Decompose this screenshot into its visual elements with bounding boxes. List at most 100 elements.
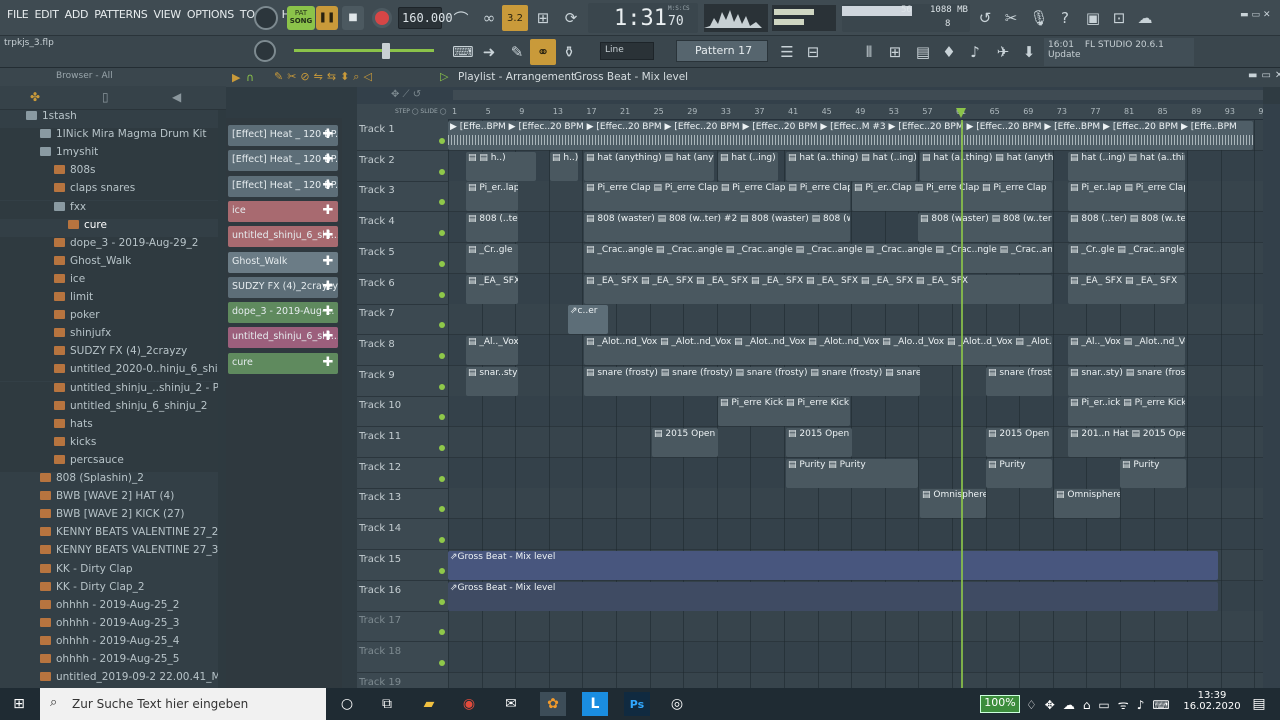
pattern-selector[interactable]: Pattern 17 <box>676 40 768 62</box>
track-mute-led[interactable] <box>439 567 445 574</box>
playlist-clip[interactable]: ▤ 808 (..ter) <box>466 213 518 243</box>
playlist-clip[interactable]: ▤ snare (frosty) <box>986 366 1052 396</box>
vertical-scrollbar[interactable] <box>1263 104 1280 688</box>
countdown-icon[interactable]: 3.2 <box>502 5 528 31</box>
menu-file[interactable]: FILE <box>4 8 31 21</box>
plus-icon[interactable]: ✚ <box>320 127 336 143</box>
master-volume-slider[interactable] <box>294 49 434 52</box>
track-mute-led[interactable] <box>439 168 445 175</box>
horizontal-scrollbar[interactable] <box>453 90 1263 100</box>
pause-button[interactable]: ❚❚ <box>316 6 338 30</box>
menu-view[interactable]: VIEW <box>150 8 183 21</box>
playlist-clip[interactable]: ▤ _Cr..gle <box>466 243 518 273</box>
channel-picker-item[interactable]: cure ✚ <box>228 352 338 374</box>
playlist-clip[interactable]: ▤ Omnisphere <box>920 489 986 519</box>
track-header[interactable]: Track 1 <box>357 120 448 151</box>
channel-picker-item[interactable]: ice ✚ <box>228 200 338 222</box>
track-mute-led[interactable] <box>439 598 445 605</box>
taskbar-search[interactable]: ⌕ Zur Suche Text hier eingeben <box>40 688 326 720</box>
pencil-icon[interactable]: ✎ <box>504 39 530 65</box>
fl-studio-icon[interactable]: ✿ <box>540 692 566 716</box>
menu-options[interactable]: OPTIONS <box>184 8 237 21</box>
plus-icon[interactable]: ✚ <box>320 279 336 295</box>
plus-icon[interactable]: ✚ <box>320 254 336 270</box>
link-icon[interactable]: ⚭ <box>530 39 556 65</box>
stop-button[interactable]: ■ <box>342 6 364 30</box>
playlist-clip[interactable]: ⇗Gross Beat - Mix level <box>448 581 1218 611</box>
plus-icon[interactable]: ✚ <box>320 203 336 219</box>
playlist-clip[interactable]: ⇗c..er <box>568 305 608 335</box>
track-lane[interactable] <box>448 611 1263 643</box>
playlist-clip[interactable]: ▤ _EA_ SFX ▤ _EA_ SFX ▤ _EA_ SFX ▤ _EA_ … <box>584 274 1052 304</box>
plus-icon[interactable]: ✚ <box>320 355 336 371</box>
chrome-icon[interactable]: ◉ <box>456 692 482 716</box>
track-header[interactable]: Track 18 <box>357 642 448 673</box>
track-header[interactable]: Track 7 <box>357 304 448 336</box>
browser-item[interactable]: SUDZY FX (4)_2crayzy <box>0 345 218 364</box>
browser-item[interactable]: ohhhh - 2019-Aug-25_5 <box>0 653 218 671</box>
track-header[interactable]: Track 8 <box>357 335 448 366</box>
battery-indicator[interactable]: 100% <box>980 695 1020 713</box>
track-lane[interactable] <box>448 641 1263 673</box>
browser-item[interactable]: hats <box>0 417 218 436</box>
playlist-clip[interactable]: ▤ hat (a..thing) ▤ hat (..ing) <box>786 151 916 181</box>
playlist-clip[interactable]: ▤ Purity ▤ Purity <box>786 458 918 488</box>
browser-item[interactable]: BWB [WAVE 2] HAT (4) <box>0 490 218 508</box>
playlist-clip[interactable]: ▤ Pi_erre Clap ▤ Pi_erre Clap ▤ Pi_erre … <box>584 182 850 212</box>
mixer-window-icon[interactable]: ⦀ <box>856 39 882 65</box>
track-mute-led[interactable] <box>439 138 445 144</box>
track-mute-led[interactable] <box>439 414 445 421</box>
channel-picker-item[interactable]: [Effect] Heat _ 120 BP... ✚ <box>228 150 338 172</box>
mic-icon[interactable]: 🎙 <box>1026 5 1052 31</box>
track-lane[interactable] <box>448 519 1263 551</box>
track-header[interactable]: Track 5 <box>357 243 448 274</box>
browser-scrollbar[interactable] <box>218 110 226 688</box>
track-header[interactable]: Track 15 <box>357 550 448 581</box>
browser-item[interactable]: ice <box>0 272 218 291</box>
touch-icon[interactable]: ✈ <box>990 39 1016 65</box>
browser-item[interactable]: 1INick Mira Magma Drum Kit <box>0 128 218 147</box>
track-mute-led[interactable] <box>439 383 445 390</box>
speaker-icon[interactable]: ◀ <box>172 90 181 104</box>
taskbar-clock[interactable]: 13:39 16.02.2020 <box>1180 690 1244 712</box>
play-icon[interactable]: ▷ <box>440 70 448 83</box>
channel-picker-item[interactable]: SUDZY FX (4)_2crayzy ✚ <box>228 276 338 298</box>
window-controls[interactable]: ▬▭✕ <box>1240 10 1280 24</box>
playlist-clip[interactable]: ▤ Pi_erre Kick ▤ Pi_erre Kick <box>718 397 850 427</box>
zoom-icons[interactable]: ✥ ⟋ ↺ <box>391 89 421 100</box>
browser-item[interactable]: ohhhh - 2019-Aug-25_4 <box>0 635 218 653</box>
playlist-clip[interactable]: ▤ 2015 Open Hat <box>986 428 1052 457</box>
playlist-clip[interactable]: ▤ 201..n Hat ▤ 2015 Open Hat <box>1068 428 1185 457</box>
track-header[interactable]: Track 3 <box>357 181 448 213</box>
song-mode-toggle[interactable]: PAT SONG <box>287 6 315 30</box>
browser-item[interactable]: Ghost_Walk <box>0 254 218 273</box>
photoshop-icon[interactable]: Ps <box>624 692 650 716</box>
browser-item[interactable]: 1myshit <box>0 146 218 165</box>
track-mute-led[interactable] <box>439 230 445 237</box>
plugin-icon[interactable]: ♦ <box>936 39 962 65</box>
playlist-clip[interactable]: ▶ [Effe..BPM ▶ [Effec..20 BPM ▶ [Effec..… <box>448 121 1253 150</box>
plus-icon[interactable]: ✚ <box>320 152 336 168</box>
chat-icon[interactable]: ☁ <box>1132 5 1158 31</box>
channel-picker-item[interactable]: untitled_shinju_6_shi... ✚ <box>228 327 338 349</box>
playlist-clip[interactable]: ▤ hat (..ing) <box>718 151 778 181</box>
channel-picker-item[interactable]: untitled_shinju_6_shi... ✚ <box>228 226 338 248</box>
cortana-icon[interactable]: ○ <box>334 692 360 716</box>
notification-icon[interactable]: ▤ <box>1246 692 1272 716</box>
channel-rack-icon[interactable]: ⊞ <box>882 39 908 65</box>
playlist-clip[interactable]: ▤ _Al.._Vox ▤ _Alot..nd_Vox <box>1068 335 1185 365</box>
menu-add[interactable]: ADD <box>62 8 92 21</box>
magnet-icon[interactable]: ∩ <box>246 71 254 84</box>
playlist-clip[interactable]: ▤ Pi_er..ick ▤ Pi_erre Kick <box>1068 397 1185 427</box>
playlist-clip[interactable]: ▤ hat (anything) ▤ hat (anything) <box>584 151 714 181</box>
track-mute-led[interactable] <box>439 291 445 298</box>
sort-icon[interactable]: ✤ <box>30 90 40 104</box>
channel-picker-item[interactable]: dope_3 - 2019-Aug-... ✚ <box>228 302 338 324</box>
tray-icons[interactable]: ♢✥☁⌂▭ᯤ♪⌨ <box>1026 696 1178 713</box>
track-lane[interactable] <box>448 672 1263 688</box>
metronome-icon[interactable]: ⌒ <box>448 5 474 31</box>
plus-icon[interactable]: ✚ <box>320 304 336 320</box>
track-mute-led[interactable] <box>439 629 445 636</box>
help-icon[interactable]: ? <box>1052 5 1078 31</box>
record-button[interactable] <box>372 8 392 28</box>
